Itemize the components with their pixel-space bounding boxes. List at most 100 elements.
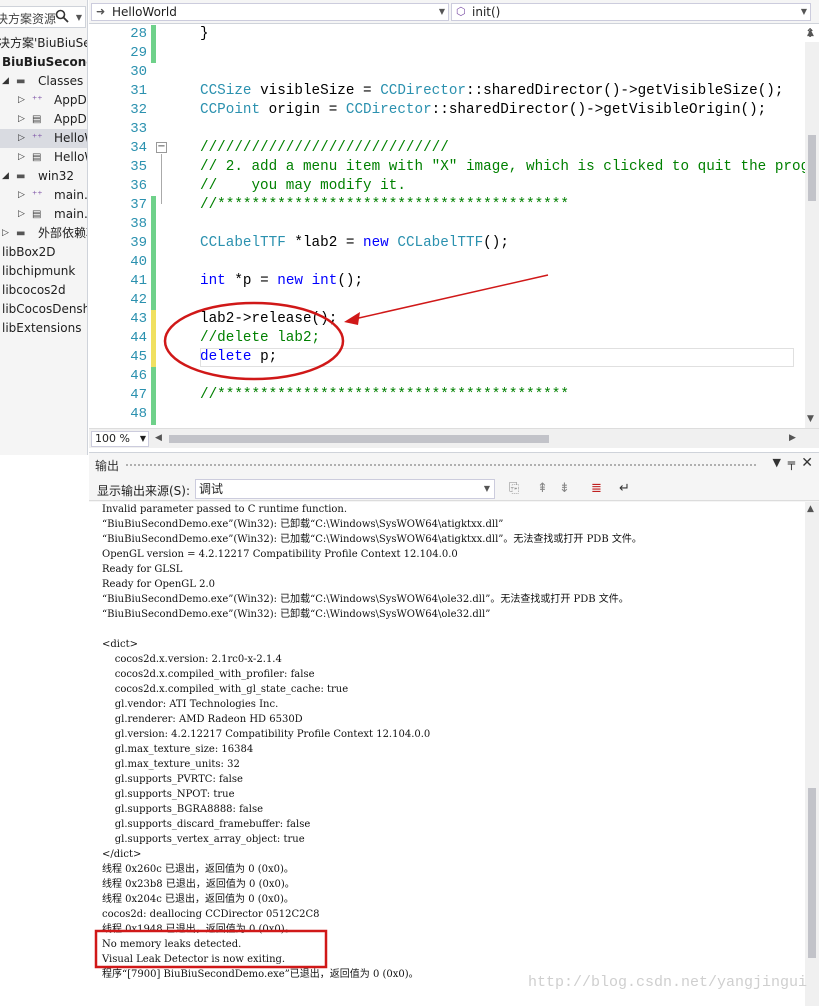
class-dropdown[interactable]: ➜ HelloWorld ▼ <box>91 3 449 21</box>
collapsed-arrow-icon[interactable]: ▷ <box>18 205 25 224</box>
solution-search-box[interactable]: 决方案资源 ▼ <box>0 6 86 28</box>
tree-item[interactable]: BiuBiuSecond <box>0 53 87 72</box>
search-icon[interactable] <box>55 9 69 26</box>
tree-item[interactable]: ◢ ▬ win32 <box>0 167 87 186</box>
expanded-arrow-icon[interactable]: ◢ <box>2 167 9 186</box>
scroll-left-icon[interactable]: ◀ <box>155 433 162 443</box>
chevron-down-icon[interactable]: ▼ <box>76 13 82 22</box>
folder-icon: ▬ <box>16 76 26 87</box>
tree-item-label: 决方案'BiuBiuSe <box>0 36 88 50</box>
tree-item[interactable]: ▷ ⁺⁺ HelloWo <box>0 129 87 148</box>
chevron-down-icon[interactable]: ▼ <box>801 4 807 20</box>
output-vertical-scrollbar[interactable]: ▲ <box>805 502 819 1006</box>
tree-item[interactable]: ◢ ▬ Classes <box>0 72 87 91</box>
editor-vertical-scrollbar[interactable]: ▲ ▼ <box>805 28 819 428</box>
scroll-right-icon[interactable]: ▶ <box>789 433 796 443</box>
line-number: 41 <box>130 273 147 289</box>
pin-icon[interactable]: ╤ <box>788 456 795 470</box>
line-number-gutter: 28 29 30 31 32 33 34 35 36 37 38 39 40 41 42 43 44 45 46 47… <box>89 25 151 428</box>
scroll-down-icon[interactable]: ▼ <box>807 414 814 424</box>
collapse-region-icon[interactable]: − <box>156 142 167 153</box>
code-line[interactable]: CCLabelTTF *lab2 = new CCLabelTTF(); <box>200 234 509 253</box>
output-line: “BiuBiuSecondDemo.exe”(Win32): 已加载“C:\Wi… <box>102 534 642 545</box>
window-position-icon[interactable]: ▼ <box>773 456 781 469</box>
output-title: 输出 <box>95 459 120 473</box>
tree-item[interactable]: libchipmunk <box>0 262 87 281</box>
line-number: 40 <box>130 254 147 270</box>
close-icon[interactable]: ✕ <box>801 455 813 471</box>
tree-item[interactable]: ▷ ▬ 外部依赖项 <box>0 224 87 243</box>
collapsed-arrow-icon[interactable]: ▷ <box>18 91 25 110</box>
solution-explorer: 决方案资源 ▼ 决方案'BiuBiuSe BiuBiuSecond ◢ ▬ Classe… <box>0 0 88 455</box>
code-line[interactable]: //**************************************… <box>200 196 569 215</box>
code-editor[interactable]: ➜ HelloWorld ▼ ⬡ init() ▼ ⇕ 28 29 30 31 32 33… <box>89 0 819 448</box>
tree-item[interactable]: libBox2D <box>0 243 87 262</box>
chevron-down-icon[interactable]: ▼ <box>140 432 146 446</box>
output-line: cocos2d.x.version: 2.1rc0-x-2.1.4 <box>102 654 282 665</box>
code-line[interactable]: //**************************************… <box>200 386 569 405</box>
scroll-thumb[interactable] <box>808 788 816 958</box>
expanded-arrow-icon[interactable]: ◢ <box>2 72 9 91</box>
output-text[interactable]: Invalid parameter passed to C runtime fu… <box>89 502 805 1006</box>
line-number: 45 <box>130 349 147 365</box>
output-line: gl.supports_NPOT: true <box>102 789 235 800</box>
output-line: gl.supports_vertex_array_object: true <box>102 834 305 845</box>
output-source-dropdown[interactable]: 调试 ▼ <box>195 479 495 499</box>
clear-all-icon[interactable]: ≣ <box>591 481 602 496</box>
tree-item-label: libchipmunk <box>2 264 76 278</box>
collapsed-arrow-icon[interactable]: ▷ <box>18 148 25 167</box>
collapsed-arrow-icon[interactable]: ▷ <box>18 110 25 129</box>
tree-item[interactable]: 决方案'BiuBiuSe <box>0 34 88 53</box>
line-number: 48 <box>130 406 147 422</box>
next-message-icon[interactable]: ⇟ <box>559 481 570 496</box>
goto-source-icon[interactable]: ⎘ <box>509 481 519 496</box>
code-line[interactable]: // 2. add a menu item with "X" image, wh… <box>200 158 819 177</box>
code-line[interactable]: lab2->release(); <box>200 310 337 329</box>
output-line: <dict> <box>102 639 138 650</box>
code-line[interactable]: delete p; <box>200 348 277 367</box>
tree-item[interactable]: libCocosDensh <box>0 300 88 319</box>
scroll-up-icon[interactable]: ▲ <box>807 504 814 514</box>
tree-item[interactable]: ▷ ▤ HelloWo <box>0 148 87 167</box>
chevron-down-icon[interactable]: ▼ <box>439 4 445 20</box>
tree-item[interactable]: ▷ ▤ main.h <box>0 205 87 224</box>
scroll-thumb[interactable] <box>808 135 816 201</box>
code-line[interactable]: // you may modify it. <box>200 177 406 196</box>
code-line[interactable]: int *p = new int(); <box>200 272 363 291</box>
collapsed-arrow-icon[interactable]: ▷ <box>18 129 25 148</box>
output-line: 程序“[7900] BiuBiuSecondDemo.exe”已退出，返回值为 … <box>102 969 419 980</box>
drag-grip[interactable] <box>125 463 757 468</box>
solution-search-placeholder: 决方案资源 <box>0 12 57 26</box>
code-line[interactable]: CCSize visibleSize = CCDirector::sharedD… <box>200 82 783 101</box>
tree-item[interactable]: libExtensions <box>0 319 87 338</box>
output-line: “BiuBiuSecondDemo.exe”(Win32): 已卸载“C:\Wi… <box>102 519 504 530</box>
horizontal-scroll-thumb[interactable] <box>169 435 549 443</box>
member-dropdown[interactable]: ⬡ init() ▼ <box>451 3 811 21</box>
line-number: 47 <box>130 387 147 403</box>
line-number: 34 <box>130 140 147 156</box>
tree-item[interactable]: ▷ ⁺⁺ main.cpp <box>0 186 88 205</box>
code-line[interactable]: CCPoint origin = CCDirector::sharedDirec… <box>200 101 766 120</box>
tree-item-label: libCocosDensh <box>2 302 88 316</box>
zoom-dropdown[interactable]: 100 % ▼ <box>91 431 149 447</box>
watermark: http://blog.csdn.net/yangjingui <box>527 974 807 991</box>
collapsed-arrow-icon[interactable]: ▷ <box>18 186 25 205</box>
previous-message-icon[interactable]: ⇞ <box>537 481 548 496</box>
tree-item[interactable]: ▷ ▤ AppDele <box>0 110 87 129</box>
class-icon: ➜ <box>96 5 106 18</box>
code-line[interactable]: } <box>200 25 209 44</box>
chevron-down-icon[interactable]: ▼ <box>484 480 490 498</box>
output-line: gl.max_texture_units: 32 <box>102 759 240 770</box>
folder-icon: ▬ <box>16 228 26 239</box>
code-line[interactable]: //delete lab2; <box>200 329 320 348</box>
tree-item-label: main.cpp <box>54 188 88 202</box>
tree-item[interactable]: libcocos2d <box>0 281 87 300</box>
line-number: 46 <box>130 368 147 384</box>
tree-item[interactable]: ▷ ⁺⁺ AppDele <box>0 91 87 110</box>
collapsed-arrow-icon[interactable]: ▷ <box>2 224 9 243</box>
output-line: Invalid parameter passed to C runtime fu… <box>102 504 348 515</box>
class-dropdown-value: HelloWorld <box>112 5 177 19</box>
scroll-up-icon[interactable]: ▲ <box>807 28 814 38</box>
code-line[interactable]: ///////////////////////////// <box>200 139 449 158</box>
word-wrap-icon[interactable]: ↵ <box>619 481 630 496</box>
